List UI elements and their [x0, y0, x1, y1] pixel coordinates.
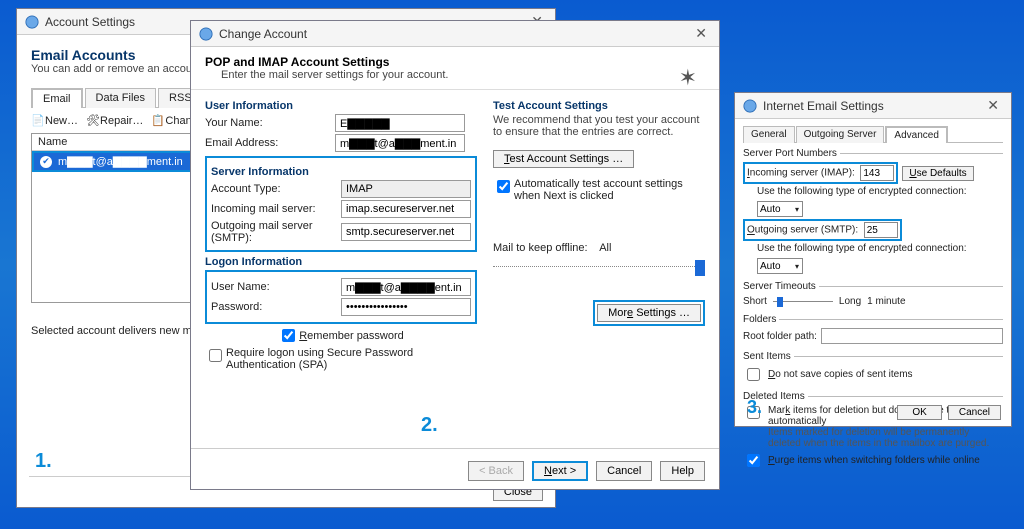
mail-offline-value: All — [599, 242, 611, 254]
encryption-label-in: Use the following type of encrypted conn… — [757, 186, 967, 197]
email-address-label: Email Address: — [205, 137, 335, 149]
incoming-server-input[interactable] — [341, 200, 471, 218]
root-folder-label: Root folder path: — [743, 331, 817, 342]
password-label: Password: — [211, 301, 341, 313]
slider-thumb-icon[interactable] — [777, 297, 783, 307]
remember-password-checkbox[interactable] — [282, 329, 295, 342]
password-input[interactable] — [341, 298, 471, 316]
outgoing-server-input[interactable] — [341, 223, 471, 241]
check-icon: ✔ — [40, 156, 52, 168]
mail-offline-slider[interactable] — [493, 258, 705, 274]
test-settings-desc: We recommend that you test your account … — [493, 114, 705, 138]
ports-group-label: Server Port Numbers — [743, 148, 840, 159]
auto-test-label: Automatically test account settings when… — [514, 178, 705, 202]
use-defaults-button[interactable]: Use DefaultsUse Defaults — [902, 166, 973, 181]
your-name-label: Your Name: — [205, 117, 335, 129]
repair-icon: 🛠 — [86, 114, 98, 126]
logon-info-heading: Logon Information — [205, 256, 477, 268]
repair-button[interactable]: 🛠Repair… — [86, 114, 143, 127]
new-account-button[interactable]: 📄New… — [31, 114, 78, 127]
incoming-server-label: Incoming mail server: — [211, 203, 341, 215]
outgoing-server-label: Outgoing mail server (SMTP): — [211, 220, 341, 244]
root-folder-input[interactable] — [821, 328, 1003, 344]
username-label: User Name: — [211, 281, 341, 293]
timeout-slider[interactable] — [773, 295, 833, 307]
outgoing-port-label: Outgoing server (SMTP):Outgoing server (… — [747, 225, 858, 236]
tab-general[interactable]: General — [743, 126, 795, 143]
purge-checkbox[interactable] — [747, 454, 760, 467]
close-icon[interactable]: ✕ — [691, 25, 711, 42]
titlebar[interactable]: Internet Email Settings ✕ — [735, 93, 1011, 119]
cancel-button[interactable]: Cancel — [948, 405, 1001, 420]
new-icon: 📄 — [31, 114, 43, 126]
username-input[interactable] — [341, 278, 471, 296]
dialog-heading: POP and IMAP Account Settings — [205, 55, 705, 69]
spa-checkbox[interactable] — [209, 349, 222, 362]
dialog-subheading: Enter the mail server settings for your … — [205, 69, 705, 81]
user-info-heading: User Information — [205, 100, 477, 112]
tab-strip: General Outgoing Server Advanced — [743, 125, 1003, 143]
email-address-input[interactable] — [335, 134, 465, 152]
help-button[interactable]: Help — [660, 461, 705, 481]
incoming-port-input[interactable] — [860, 165, 894, 181]
timeout-short-label: Short — [743, 296, 767, 307]
sent-group-label: Sent Items — [743, 351, 794, 362]
mail-icon — [25, 15, 39, 29]
server-info-heading: Server Information — [211, 166, 471, 178]
tab-email[interactable]: Email — [31, 88, 83, 108]
folders-group-label: Folders — [743, 314, 779, 325]
slider-thumb-icon[interactable] — [695, 260, 705, 276]
no-save-sent-checkbox[interactable] — [747, 368, 760, 381]
internet-email-settings-window: Internet Email Settings ✕ General Outgoi… — [734, 92, 1012, 427]
spa-label: Require logon using Secure Password Auth… — [226, 347, 477, 371]
tab-data-files[interactable]: Data Files — [85, 88, 157, 108]
cancel-button[interactable]: Cancel — [596, 461, 652, 481]
back-button[interactable]: < Back — [468, 461, 524, 481]
remember-password-label: RRemember passwordemember password — [299, 330, 404, 342]
more-settings-button[interactable]: More Settings …More Settings … — [597, 304, 701, 322]
chevron-down-icon[interactable]: ▾ — [795, 205, 799, 214]
step-number-3: 3. — [747, 397, 762, 418]
change-icon: 📋 — [151, 114, 163, 126]
encryption-label-out: Use the following type of encrypted conn… — [757, 243, 967, 254]
cursor-icon: ✶ — [679, 65, 697, 91]
ok-button[interactable]: OK — [897, 405, 941, 420]
timeout-value: 1 minute — [867, 296, 905, 307]
step-number-1: 1. — [35, 450, 52, 473]
account-type-label: Account Type: — [211, 183, 341, 195]
your-name-input[interactable] — [335, 114, 465, 132]
change-account-window: Change Account ✕ POP and IMAP Account Se… — [190, 20, 720, 490]
chevron-down-icon[interactable]: ▾ — [795, 262, 799, 271]
test-settings-heading: Test Account Settings — [493, 100, 705, 112]
window-title: Internet Email Settings — [763, 99, 884, 113]
timeout-long-label: Long — [839, 296, 861, 307]
incoming-port-label: Incoming server (IMAP):Incoming server (… — [747, 168, 855, 179]
mail-offline-label: Mail to keep offline: — [493, 242, 588, 254]
window-title: Change Account — [219, 27, 307, 41]
mark-deletion-sublabel: Items marked for deletion will be perman… — [768, 427, 989, 449]
account-type-select[interactable] — [341, 180, 471, 198]
auto-test-checkbox[interactable] — [497, 180, 510, 193]
tab-advanced[interactable]: Advanced — [885, 126, 947, 143]
no-save-sent-label: Do not save copies of sent itemsDo not s… — [768, 369, 913, 380]
mail-icon — [743, 99, 757, 113]
outgoing-port-input[interactable] — [864, 222, 898, 238]
mail-icon — [199, 27, 213, 41]
purge-label: Purge items when switching folders while… — [768, 455, 980, 466]
next-button[interactable]: Next >Next > — [532, 461, 588, 481]
step-number-2: 2. — [421, 414, 438, 437]
test-account-settings-button[interactable]: Test Account Settings …Test Account Sett… — [493, 150, 634, 168]
timeouts-group-label: Server Timeouts — [743, 281, 819, 292]
tab-outgoing-server[interactable]: Outgoing Server — [796, 126, 885, 143]
account-email: m▇▇▇t@a▇▇▇▇ment.in — [58, 155, 183, 168]
titlebar[interactable]: Change Account ✕ — [191, 21, 719, 47]
window-title: Account Settings — [45, 15, 135, 29]
close-icon[interactable]: ✕ — [983, 97, 1003, 114]
